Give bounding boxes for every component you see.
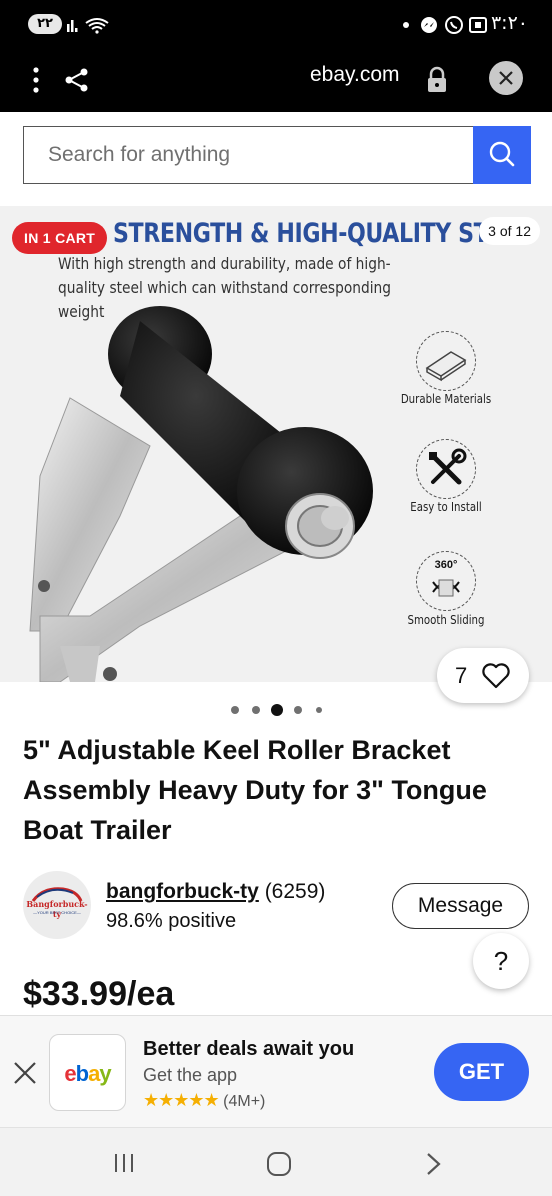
image-headline: STRENGTH & HIGH-QUALITY STEEL xyxy=(113,218,532,249)
home-icon[interactable] xyxy=(266,1151,292,1177)
product-title: 5" Adjustable Keel Roller Bracket Assemb… xyxy=(23,735,487,845)
notification-icons xyxy=(403,16,487,34)
seller-feedback-score: (6259) xyxy=(264,880,326,903)
app-install-banner: ebay Better deals await you Get the app … xyxy=(0,1015,552,1127)
logo-letter: b xyxy=(75,1061,89,1086)
image-pagination-dots[interactable] xyxy=(228,702,328,718)
browser-toolbar: ebay.com xyxy=(0,46,552,112)
pagination-dot-active[interactable] xyxy=(271,704,283,716)
in-cart-badge: IN 1 CART xyxy=(12,222,108,254)
system-navigation-bar xyxy=(0,1127,552,1196)
feature-label: Easy to Install xyxy=(410,500,482,514)
seller-avatar[interactable]: Bangforbuck-ty —YOUR BEST CHOICE— xyxy=(23,871,91,939)
close-icon[interactable] xyxy=(10,1058,40,1088)
image-counter: 3 of 12 xyxy=(479,217,540,245)
watch-button[interactable]: 7 xyxy=(437,648,529,703)
banner-title: Better deals await you xyxy=(143,1038,355,1060)
product-price: $33.99/ea xyxy=(23,975,175,1013)
pagination-dot[interactable] xyxy=(294,706,302,714)
seller-name-link[interactable]: bangforbuck-ty xyxy=(106,880,259,903)
search-icon xyxy=(489,141,515,167)
steel-plate-icon xyxy=(416,331,476,391)
feature-label: Smooth Sliding xyxy=(407,613,485,627)
signal-wifi-icon xyxy=(67,18,109,34)
close-tab-icon[interactable] xyxy=(488,60,524,96)
recent-apps-icon[interactable] xyxy=(112,1152,136,1174)
seller-logo-tagline: —YOUR BEST CHOICE— xyxy=(33,910,81,915)
status-badge: ٢٢ xyxy=(28,14,62,34)
seller-logo-text: Bangforbuck-ty xyxy=(26,899,88,919)
pagination-dot[interactable] xyxy=(316,707,322,713)
image-subtext: With high strength and durability, made … xyxy=(58,254,391,321)
logo-letter: y xyxy=(99,1061,111,1086)
pagination-dot[interactable] xyxy=(231,706,239,714)
tools-icon xyxy=(416,439,476,499)
feature-label: Durable Materials xyxy=(400,392,492,406)
url-text[interactable]: ebay.com xyxy=(310,63,400,87)
get-app-button[interactable]: GET xyxy=(434,1043,529,1101)
product-image xyxy=(29,306,373,682)
search-bar xyxy=(23,126,531,184)
ebay-app-logo[interactable]: ebay xyxy=(49,1034,126,1111)
rotation-360-icon: 360° xyxy=(416,551,476,611)
banner-subtitle: Get the app xyxy=(143,1065,238,1085)
status-time: ٣:٢٠ xyxy=(490,12,528,34)
status-bar: ٢٢ ٣:٢٠ xyxy=(0,0,552,46)
rating-stars: ★★★★★ xyxy=(143,1090,220,1110)
help-button[interactable]: ? xyxy=(473,933,529,989)
search-input[interactable] xyxy=(23,126,474,184)
search-button[interactable] xyxy=(473,126,531,184)
watch-count: 7 xyxy=(455,663,468,688)
back-icon[interactable] xyxy=(424,1151,444,1177)
share-icon[interactable] xyxy=(64,67,90,93)
seller-line: bangforbuck-ty (6259) xyxy=(106,880,325,904)
logo-letter: e xyxy=(64,1061,76,1086)
more-menu-icon[interactable] xyxy=(30,66,42,94)
seller-positive-feedback: 98.6% positive xyxy=(106,910,237,932)
heart-icon xyxy=(482,663,510,689)
lock-icon[interactable] xyxy=(426,66,448,94)
product-image-gallery[interactable]: IN 1 CART STRENGTH & HIGH-QUALITY STEEL … xyxy=(0,206,552,682)
pagination-dot[interactable] xyxy=(252,706,260,714)
logo-letter: a xyxy=(88,1061,100,1086)
banner-rating: ★★★★★ (4M+) xyxy=(143,1090,265,1111)
rating-count: (4M+) xyxy=(223,1093,266,1110)
message-button[interactable]: Message xyxy=(392,883,529,929)
